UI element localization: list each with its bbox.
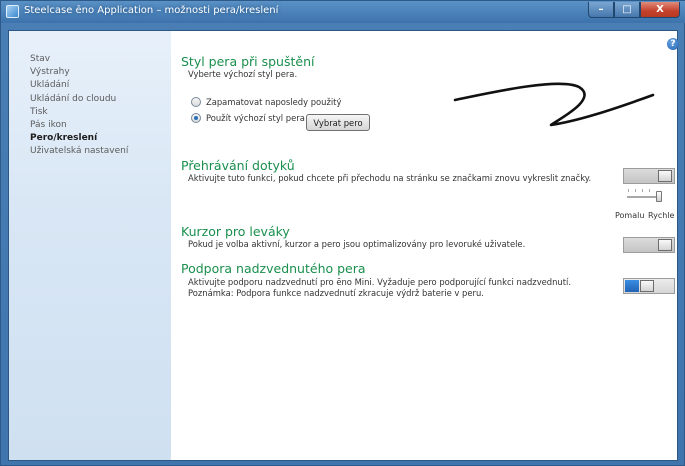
minimize-button[interactable]: – xyxy=(588,2,614,18)
speed-slider-ticks xyxy=(628,189,650,192)
maximize-button[interactable]: □ xyxy=(614,2,640,18)
sidebar-item-tisk[interactable]: Tisk xyxy=(30,106,128,119)
client-area: Stav Výstrahy Ukládání Ukládání do cloud… xyxy=(8,30,679,461)
sidebar-item-pero-kresleni[interactable]: Pero/kreslení xyxy=(30,132,128,145)
app-window: Steelcase ēno Application – možnosti per… xyxy=(0,0,685,466)
radio-remember[interactable] xyxy=(191,97,201,107)
speed-slow-label: Pomalu xyxy=(615,211,645,220)
radio-remember-row[interactable]: Zapamatovat naposledy použitý xyxy=(191,97,341,107)
window-controls: – □ X xyxy=(588,2,680,18)
hover-toggle[interactable] xyxy=(623,278,675,294)
touch-replay-title: Přehrávání dotyků xyxy=(181,158,295,173)
hover-description-2: Poznámka: Podpora funkce nadzvednutí zkr… xyxy=(188,288,484,298)
radio-default[interactable] xyxy=(191,113,201,123)
sidebar-item-vystrahy[interactable]: Výstrahy xyxy=(30,66,128,79)
speed-slider-track[interactable] xyxy=(627,196,657,198)
help-icon[interactable]: ? xyxy=(667,38,679,50)
toggle-fill xyxy=(625,280,639,292)
speed-fast-label: Rychle xyxy=(648,211,675,220)
radio-default-label: Použít výchozí styl pera xyxy=(206,113,305,123)
speed-slider-thumb[interactable] xyxy=(656,191,662,202)
sidebar-item-ukladani[interactable]: Ukládání xyxy=(30,79,128,92)
app-icon xyxy=(6,5,19,18)
close-button[interactable]: X xyxy=(640,2,680,18)
sidebar-item-uzivatelska-nastaveni[interactable]: Uživatelská nastavení xyxy=(30,145,128,158)
settings-panel: ? Styl pera při spuštění Vyberte výchozí… xyxy=(171,31,679,460)
left-handed-toggle[interactable] xyxy=(623,237,675,253)
left-handed-title: Kurzor pro leváky xyxy=(181,224,290,239)
sidebar-nav: Stav Výstrahy Ukládání Ukládání do cloud… xyxy=(30,53,128,159)
touch-replay-description: Aktivujte tuto funkci, pokud chcete při … xyxy=(188,173,592,183)
sidebar: Stav Výstrahy Ukládání Ukládání do cloud… xyxy=(9,31,171,460)
pen-style-title: Styl pera při spuštění xyxy=(181,54,315,69)
pen-preview-stroke xyxy=(453,82,655,127)
sidebar-item-pas-ikon[interactable]: Pás ikon xyxy=(30,119,128,132)
toggle-knob xyxy=(640,280,654,292)
sidebar-item-stav[interactable]: Stav xyxy=(30,53,128,66)
pen-style-description: Vyberte výchozí styl pera. xyxy=(188,69,298,79)
touch-replay-toggle[interactable] xyxy=(623,168,675,184)
toggle-knob xyxy=(658,239,672,251)
sidebar-item-ukladani-cloud[interactable]: Ukládání do cloudu xyxy=(30,93,128,106)
hover-title: Podpora nadzvednutého pera xyxy=(181,261,366,276)
toggle-knob xyxy=(658,170,672,182)
select-pen-button[interactable]: Vybrat pero xyxy=(306,114,370,131)
window-title: Steelcase ēno Application – možnosti per… xyxy=(24,5,279,16)
radio-remember-label: Zapamatovat naposledy použitý xyxy=(206,97,342,107)
radio-default-row[interactable]: Použít výchozí styl pera xyxy=(191,113,305,123)
title-bar[interactable]: Steelcase ēno Application – možnosti per… xyxy=(1,1,685,23)
left-handed-description: Pokud je volba aktivní, kurzor a pero js… xyxy=(188,239,526,249)
hover-description-1: Aktivujte podporu nadzvednutí pro ēno Mi… xyxy=(188,277,572,287)
